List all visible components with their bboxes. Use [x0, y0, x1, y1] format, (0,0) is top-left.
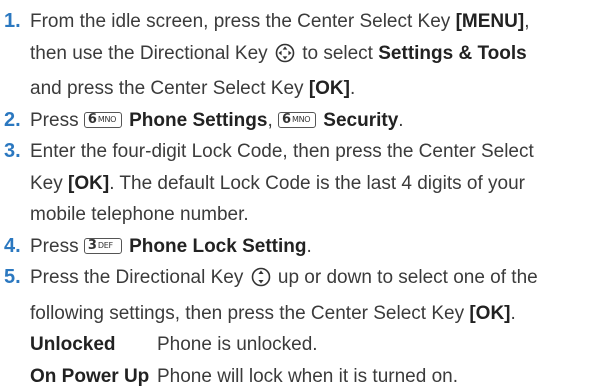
- ok-key-label: [OK]: [469, 303, 510, 324]
- setting-description: Phone is unlocked.: [157, 329, 613, 361]
- step-3-line-3: mobile telephone number.: [30, 199, 613, 231]
- step-number: 1.: [4, 6, 21, 38]
- phone-lock-setting-label: Phone Lock Setting: [124, 236, 307, 257]
- step-3-line-1: Enter the four-digit Lock Code, then pre…: [30, 136, 613, 168]
- step-1-line-3: and press the Center Select Key [OK].: [30, 73, 613, 105]
- step-number: 2.: [4, 105, 21, 137]
- step-5: 5. Press the Directional Key up or down …: [0, 262, 613, 392]
- directional-key-up-down-icon: [251, 266, 271, 298]
- setting-description: Phone will lock when it is turned on.: [157, 361, 613, 392]
- directional-key-four-way-icon: [275, 42, 295, 74]
- step-number: 3.: [4, 136, 21, 168]
- settings-tools-label: Settings & Tools: [378, 43, 526, 64]
- setting-name: Unlocked: [30, 329, 157, 361]
- step-5-line-2: following settings, then press the Cente…: [30, 298, 613, 330]
- step-5-line-1: Press the Directional Key up or down to …: [30, 262, 613, 298]
- step-1-line-1: From the idle screen, press the Center S…: [30, 6, 613, 38]
- settings-row: Unlocked Phone is unlocked.: [30, 329, 613, 361]
- ok-key-label: [OK]: [309, 78, 350, 99]
- instruction-document: 1. From the idle screen, press the Cente…: [0, 0, 613, 380]
- phone-settings-label: Phone Settings: [124, 110, 268, 131]
- step-3-line-2: Key [OK]. The default Lock Code is the l…: [30, 168, 613, 200]
- security-label: Security: [318, 110, 398, 131]
- ok-key-label: [OK]: [68, 173, 109, 194]
- step-1: 1. From the idle screen, press the Cente…: [0, 6, 613, 105]
- step-number: 4.: [4, 231, 21, 263]
- step-2: 2. Press 6MNO Phone Settings, 6MNO Secur…: [0, 105, 613, 137]
- settings-table: Unlocked Phone is unlocked. On Power Up …: [30, 329, 613, 392]
- menu-key-label: [MENU]: [456, 11, 525, 32]
- step-1-line-2: then use the Directional Key to select S…: [30, 38, 613, 74]
- setting-name: On Power Up: [30, 361, 157, 392]
- step-number: 5.: [4, 262, 21, 294]
- key-3-def-icon: 3DEF: [84, 238, 122, 254]
- key-6-mno-icon: 6MNO: [84, 112, 122, 128]
- step-3: 3. Enter the four-digit Lock Code, then …: [0, 136, 613, 231]
- step-4: 4. Press 3DEF Phone Lock Setting.: [0, 231, 613, 263]
- key-6-mno-icon: 6MNO: [278, 112, 316, 128]
- settings-row: On Power Up Phone will lock when it is t…: [30, 361, 613, 392]
